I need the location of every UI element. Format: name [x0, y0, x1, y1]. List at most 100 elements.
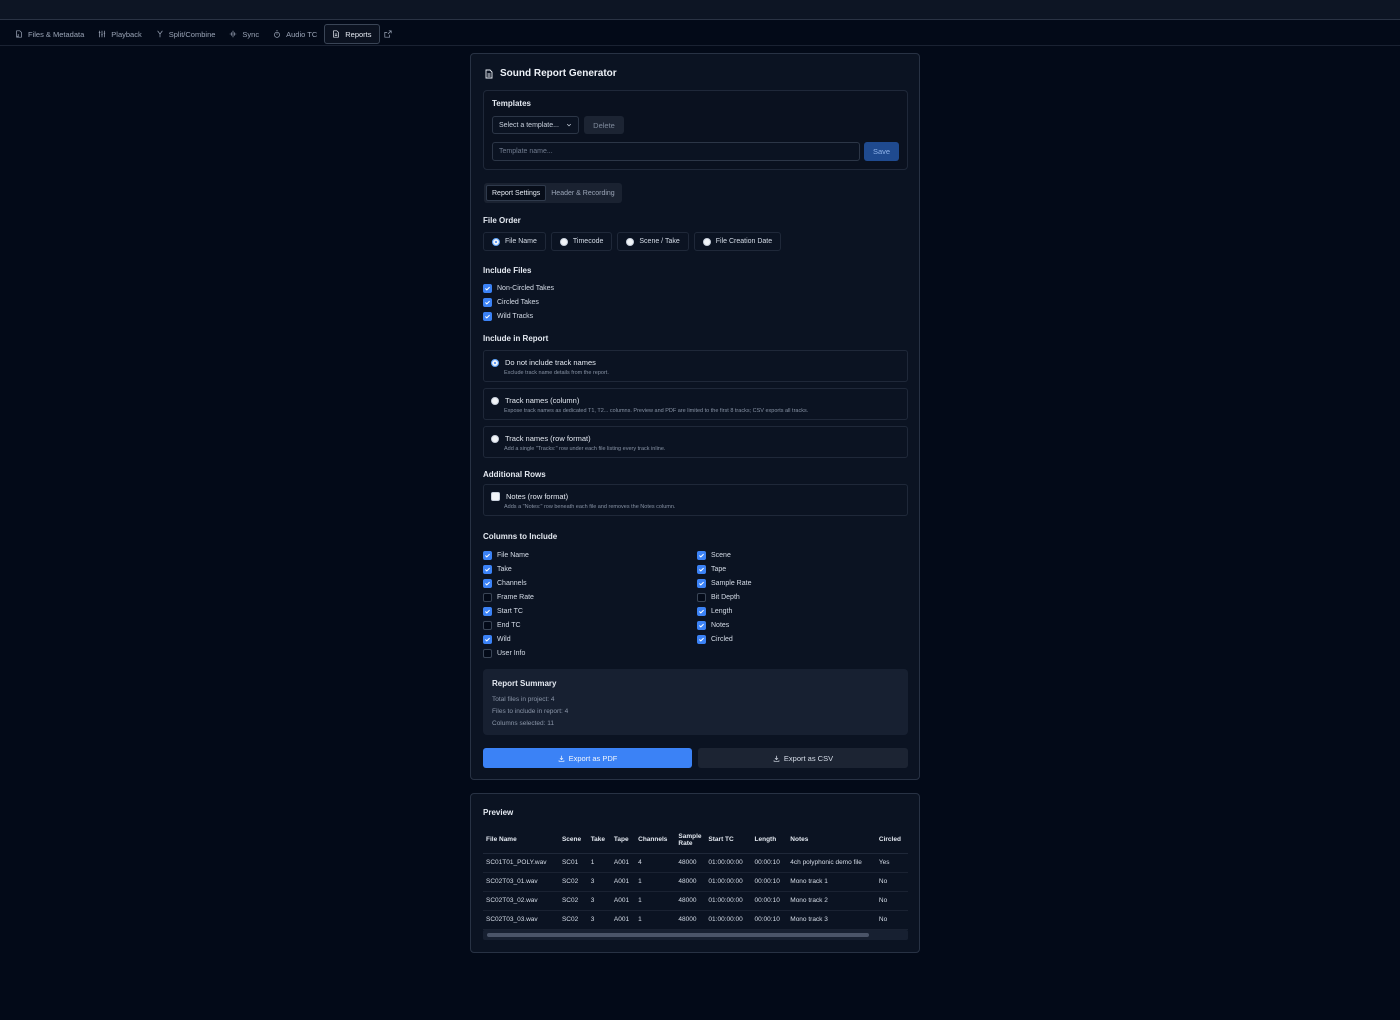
- option-description: Expose track names as dedicated T1, T2..…: [504, 408, 809, 414]
- checkbox-label: Notes: [711, 621, 730, 629]
- horizontal-scrollbar[interactable]: [483, 930, 908, 940]
- template-select-value: Select a template...: [499, 121, 559, 129]
- popout-button[interactable]: [380, 24, 396, 44]
- table-cell: 3: [587, 891, 611, 911]
- column-option[interactable]: Circled: [697, 632, 908, 646]
- table-cell: 48000: [675, 910, 706, 930]
- checkbox-label: Non-Circled Takes: [497, 284, 555, 292]
- preview-heading: Preview: [483, 808, 514, 817]
- column-header: Take: [587, 827, 611, 854]
- tab-playback[interactable]: Playback: [91, 24, 148, 44]
- file-order-timecode[interactable]: Timecode: [550, 232, 613, 251]
- waveform-icon: [230, 30, 237, 38]
- table-cell: 00:00:10: [751, 872, 788, 892]
- radio-selected: [491, 358, 499, 367]
- preview-table: File Name Scene Take Tape Channels Sample Rat…: [483, 827, 908, 930]
- option-notes-row[interactable]: Notes (row format) Adds a "Notes:" row b…: [483, 484, 908, 516]
- column-header: Channels: [635, 827, 676, 854]
- radio: [626, 237, 635, 246]
- option-track-names-row[interactable]: Track names (row format) Add a single "T…: [483, 426, 908, 458]
- option-track-names-column[interactable]: Track names (column) Expose track names …: [483, 388, 908, 420]
- export-pdf-button[interactable]: Export as PDF: [483, 748, 692, 768]
- checkbox-checked: [697, 634, 706, 644]
- option-label: Do not include track names: [505, 358, 596, 367]
- column-option[interactable]: Sample Rate: [697, 576, 908, 590]
- tab-files-metadata[interactable]: Files & Metadata: [8, 24, 91, 44]
- template-name-input[interactable]: Template name...: [492, 142, 860, 161]
- tab-audio-tc[interactable]: Audio TC: [266, 24, 324, 44]
- check-icon: [699, 581, 704, 586]
- columns-heading: Columns to Include: [483, 532, 558, 541]
- template-select[interactable]: Select a template...: [492, 116, 579, 134]
- tab-split-combine[interactable]: Split/Combine: [149, 24, 223, 44]
- file-order-file-name[interactable]: File Name: [483, 232, 546, 251]
- table-cell: SC02: [558, 910, 588, 930]
- save-template-button[interactable]: Save: [864, 142, 899, 161]
- table-cell: 48000: [675, 891, 706, 911]
- radio-selected: [492, 237, 500, 246]
- file-order-creation-date[interactable]: File Creation Date: [693, 232, 782, 251]
- table-cell: 1: [635, 872, 676, 892]
- table-row: SC01T01_POLY.wav SC01 1 A001 4 48000 01:00:00:…: [483, 853, 908, 873]
- check-icon: [699, 609, 704, 614]
- column-option[interactable]: End TC: [483, 618, 697, 632]
- column-option[interactable]: Frame Rate: [483, 590, 697, 604]
- table-row: SC02T03_03.wav SC02 3 A001 1 48000 01:00:00:00…: [483, 910, 908, 930]
- tab-label: Playback: [111, 29, 142, 39]
- table-cell: SC02: [558, 872, 588, 892]
- option-no-track-names[interactable]: Do not include track names Exclude track…: [483, 350, 908, 382]
- table-row: SC02T03_01.wav SC02 3 A001 1 48000 01:00:00:00…: [483, 872, 908, 892]
- column-option[interactable]: Channels: [483, 576, 697, 590]
- download-icon: [773, 755, 780, 762]
- check-icon: [485, 567, 490, 572]
- additional-rows-heading: Additional Rows: [483, 470, 546, 479]
- tab-reports[interactable]: Reports: [324, 24, 380, 44]
- checkbox-checked: [483, 606, 492, 616]
- tab-sync[interactable]: Sync: [222, 24, 266, 44]
- column-option[interactable]: Bit Depth: [697, 590, 908, 604]
- table-cell: SC01T01_POLY.wav: [483, 853, 559, 873]
- scrollbar-thumb[interactable]: [487, 933, 869, 937]
- table-cell: 3: [587, 872, 611, 892]
- column-option[interactable]: User Info: [483, 646, 697, 660]
- table-cell: SC02T03_03.wav: [483, 910, 559, 930]
- checkbox-label: Sample Rate: [711, 579, 752, 587]
- include-circled[interactable]: Circled Takes: [483, 295, 554, 309]
- table-cell: A001: [610, 910, 636, 930]
- include-wild-tracks[interactable]: Wild Tracks: [483, 309, 554, 323]
- checkbox-checked: [697, 564, 706, 574]
- tab-label: Split/Combine: [168, 29, 216, 39]
- column-option[interactable]: Wild: [483, 632, 697, 646]
- report-summary: Report Summary Total files in project: 4…: [483, 669, 908, 735]
- settings-subtabs: Report Settings Header & Recording: [484, 183, 622, 203]
- column-option[interactable]: Take: [483, 562, 697, 576]
- checkbox-unchecked: [483, 592, 492, 602]
- column-option[interactable]: Notes: [697, 618, 908, 632]
- table-header-row: File Name Scene Take Tape Channels Sample Rat…: [483, 827, 908, 854]
- subtab-header-recording[interactable]: Header & Recording: [546, 185, 619, 201]
- columns-grid: File Name Take Channels Frame Rate Start TC E…: [483, 548, 908, 660]
- column-option[interactable]: File Name: [483, 548, 697, 562]
- column-option[interactable]: Length: [697, 604, 908, 618]
- radio: [702, 237, 711, 246]
- option-description: Exclude track name details from the repo…: [504, 370, 609, 376]
- table-cell: Yes: [875, 853, 908, 873]
- table-cell: 3: [587, 910, 611, 930]
- column-option[interactable]: Scene: [697, 548, 908, 562]
- subtab-report-settings[interactable]: Report Settings: [486, 185, 547, 201]
- table-cell: 48000: [675, 853, 706, 873]
- delete-template-button[interactable]: Delete: [584, 116, 624, 134]
- column-header: Tape: [610, 827, 636, 854]
- column-option[interactable]: Start TC: [483, 604, 697, 618]
- column-header: Circled: [875, 827, 908, 854]
- column-option[interactable]: Tape: [697, 562, 908, 576]
- split-icon: [157, 30, 163, 38]
- file-order-scene-take[interactable]: Scene / Take: [617, 232, 689, 251]
- checkbox-label: Scene: [711, 551, 731, 559]
- table-cell: 00:00:10: [751, 910, 788, 930]
- export-csv-button[interactable]: Export as CSV: [698, 748, 908, 768]
- check-icon: [699, 553, 704, 558]
- table-cell: No: [875, 891, 908, 911]
- include-non-circled[interactable]: Non-Circled Takes: [483, 281, 554, 295]
- option-label: File Creation Date: [715, 238, 773, 245]
